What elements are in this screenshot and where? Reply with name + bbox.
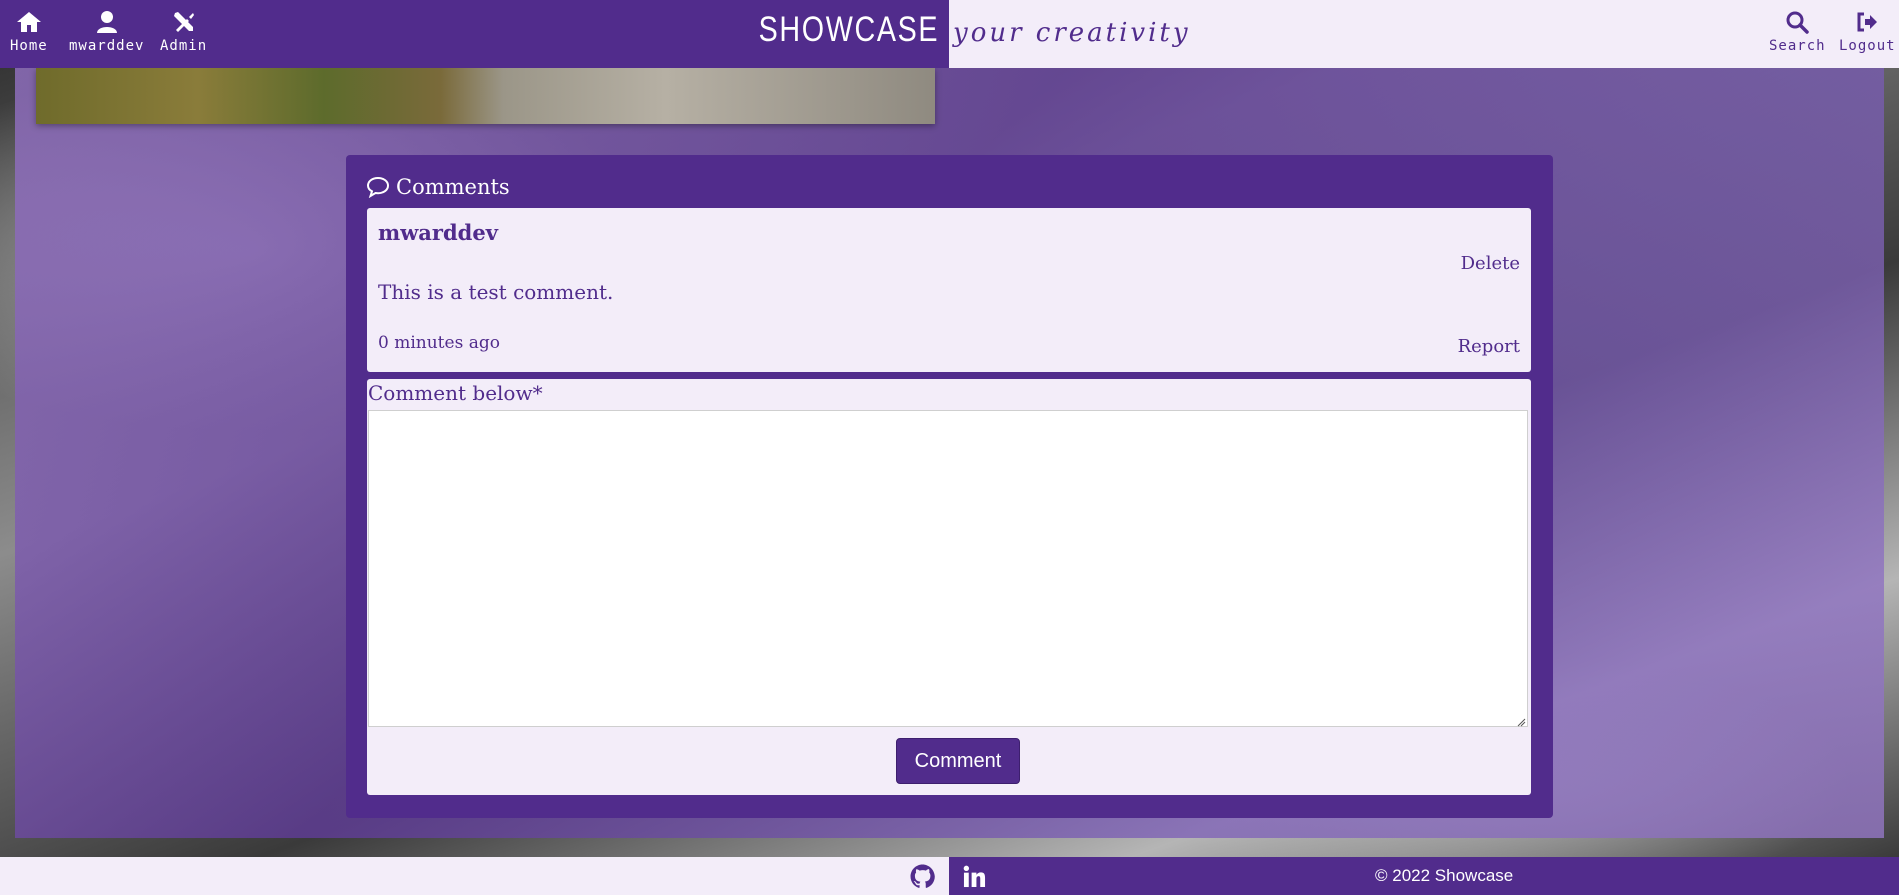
- delete-comment-link[interactable]: Delete: [1461, 253, 1520, 274]
- nav-profile[interactable]: mwarddev: [69, 10, 144, 54]
- post-image: [36, 68, 935, 124]
- resize-handle-icon[interactable]: [1517, 718, 1526, 727]
- comment-textarea[interactable]: [368, 410, 1528, 727]
- footer: © 2022 Showcase: [0, 857, 1899, 895]
- github-icon[interactable]: [910, 864, 935, 889]
- comments-title: Comments: [396, 175, 510, 199]
- comment-form: Comment below* Comment: [367, 379, 1531, 795]
- comments-card: Comments mwarddev Delete This is a test …: [346, 155, 1553, 818]
- comment-author[interactable]: mwarddev: [378, 220, 498, 245]
- submit-comment-button[interactable]: Comment: [896, 738, 1020, 784]
- nav-admin-label: Admin: [160, 38, 208, 54]
- nav-profile-label: mwarddev: [69, 38, 145, 54]
- nav-search-label: Search: [1769, 38, 1826, 54]
- search-icon: [1786, 11, 1810, 34]
- nav-search[interactable]: Search: [1769, 10, 1826, 54]
- brand-logo[interactable]: SHOWCASE: [758, 10, 939, 50]
- top-navbar: Home mwarddev Admin SHOWCASE Search Logo…: [0, 0, 1899, 68]
- user-icon: [96, 11, 117, 33]
- copyright-text: © 2022 Showcase: [1375, 866, 1514, 885]
- comment-timestamp: 0 minutes ago: [378, 333, 500, 353]
- home-icon: [16, 12, 41, 32]
- comment-body: This is a test comment.: [378, 280, 614, 304]
- nav-home-label: Home: [10, 38, 48, 54]
- nav-admin[interactable]: Admin: [160, 10, 207, 54]
- comment-field-label: Comment below*: [368, 381, 543, 405]
- navbar-left: Home mwarddev Admin SHOWCASE: [0, 0, 949, 68]
- tools-icon: [173, 12, 194, 32]
- report-comment-link[interactable]: Report: [1458, 336, 1520, 357]
- nav-logout-label: Logout: [1839, 38, 1896, 54]
- comments-heading: Comments: [366, 175, 510, 199]
- comment-item: mwarddev Delete This is a test comment. …: [367, 208, 1531, 372]
- tagline: your creativity: [953, 18, 1191, 48]
- linkedin-icon[interactable]: [963, 865, 986, 888]
- nav-logout[interactable]: Logout: [1839, 10, 1896, 54]
- nav-home[interactable]: Home: [10, 10, 48, 54]
- logout-icon: [1857, 12, 1878, 32]
- footer-right: © 2022 Showcase: [949, 857, 1899, 895]
- comment-icon: [366, 176, 390, 198]
- footer-left: [0, 857, 949, 895]
